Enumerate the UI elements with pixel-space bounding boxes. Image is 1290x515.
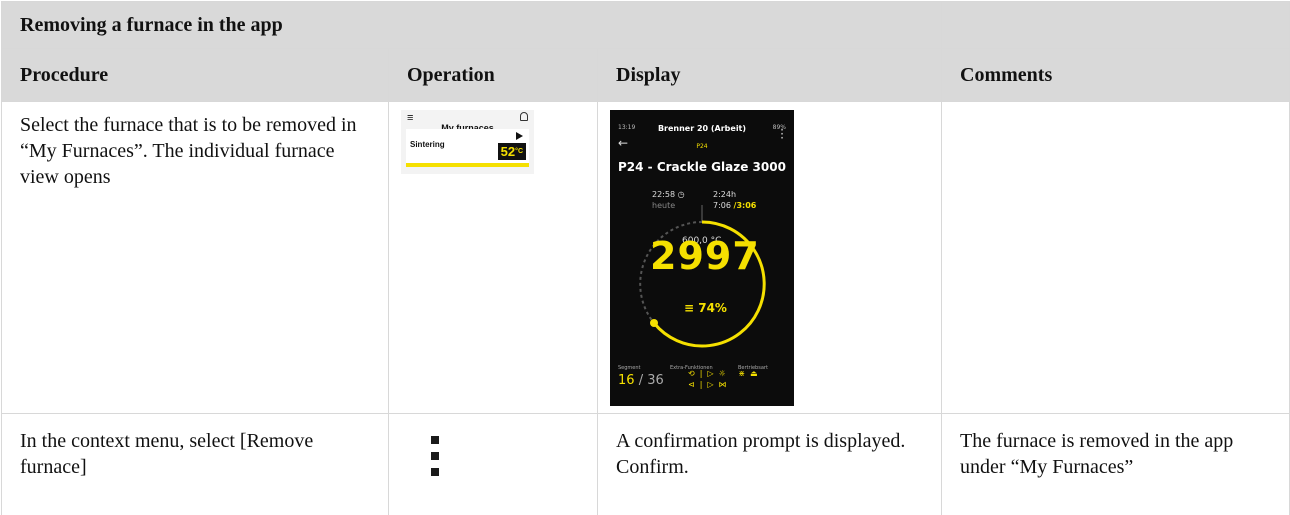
- display-cell: 13:19 89% ← Brenner 20 (Arbeit) P24 · · · …: [596, 101, 943, 414]
- header-display: Display: [596, 48, 943, 102]
- table-title: Removing a furnace in the app: [0, 1, 943, 49]
- current-temperature: 2997: [650, 234, 760, 278]
- furnace-card: Sintering 52°C: [406, 129, 529, 167]
- my-furnaces-screenshot: ≡ My furnaces Sintering 52°C: [401, 110, 534, 174]
- furnace-card-temperature: 52°C: [497, 143, 526, 160]
- furnace-card-name: Sintering: [410, 140, 445, 149]
- play-icon: [516, 132, 523, 140]
- table-row: Select the furnace that is to be removed…: [1, 101, 1290, 414]
- header-procedure: Procedure: [1, 48, 389, 102]
- header-operation: Operation: [388, 48, 598, 102]
- operation-cell: ≡ My furnaces Sintering 52°C: [388, 101, 598, 414]
- furnace-view-screenshot: 13:19 89% ← Brenner 20 (Arbeit) P24 · · · …: [610, 110, 794, 406]
- procedure-table: Removing a furnace in the app Procedure …: [0, 1, 1290, 515]
- heating-power: ≡ 74%: [684, 301, 727, 315]
- procedure-cell: In the context menu, select [Remove furn…: [1, 413, 389, 515]
- title-row: Removing a furnace in the app: [0, 1, 1290, 49]
- title-row-empty-cell: [941, 1, 1290, 49]
- operation-cell: [388, 413, 598, 515]
- comments-cell: The furnace is removed in the app under …: [941, 413, 1290, 515]
- display-cell: A confirmation prompt is displayed. Conf…: [596, 413, 943, 515]
- segment-counter: 16 / 36: [618, 373, 664, 388]
- header-comments: Comments: [941, 48, 1290, 102]
- header-row: Procedure Operation Display Comments: [1, 48, 1290, 102]
- table-row: In the context menu, select [Remove furn…: [1, 413, 1290, 515]
- kebab-menu-icon: [431, 436, 439, 476]
- comments-cell: [941, 101, 1290, 414]
- bell-icon: [520, 112, 528, 121]
- procedure-cell: Select the furnace that is to be removed…: [1, 101, 389, 414]
- function-icons: ⟲|▷☼ ⋇⏏ ⊲|▷⋈: [688, 369, 763, 389]
